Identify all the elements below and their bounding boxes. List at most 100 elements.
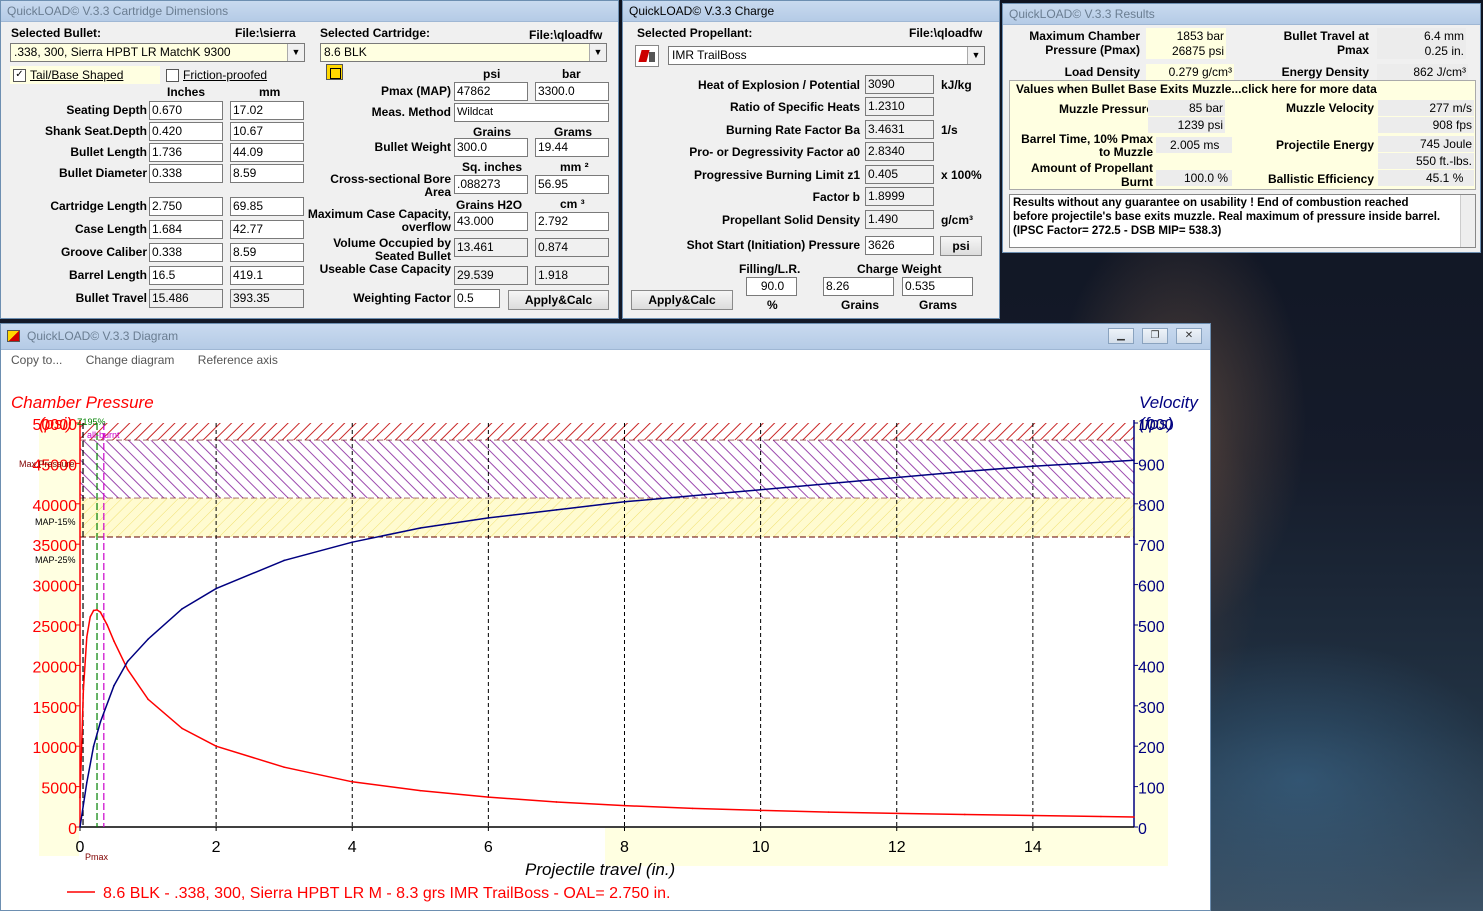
row-label: Shank Seat.Depth bbox=[44, 124, 147, 138]
charge-row-label: Progressive Burning Limit z1 bbox=[693, 168, 860, 182]
propellant-icon[interactable] bbox=[635, 45, 659, 67]
velocity-point bbox=[691, 494, 694, 497]
pressure-point bbox=[113, 640, 115, 642]
bore-mm2-field[interactable]: 56.95 bbox=[535, 175, 609, 194]
row-inches-field[interactable]: 1.684 bbox=[149, 220, 223, 239]
minimize-button[interactable]: ▁ bbox=[1108, 328, 1134, 344]
maximize-button[interactable]: ❐ bbox=[1142, 328, 1168, 344]
row-label: Bullet Diameter bbox=[58, 166, 147, 180]
pressure-point bbox=[215, 745, 217, 747]
x-tick-label: 12 bbox=[888, 839, 906, 856]
row-inches-field[interactable]: 0.420 bbox=[149, 122, 223, 141]
charge-row-value[interactable]: 0.405 bbox=[865, 165, 934, 184]
inches-header: Inches bbox=[167, 85, 206, 99]
row-inches-field[interactable]: 0.670 bbox=[149, 101, 223, 120]
charge-apply-calc-button[interactable]: Apply&Calc bbox=[631, 290, 733, 310]
row-inches-field[interactable]: 1.736 bbox=[149, 143, 223, 162]
cartridge-dimensions-window: QuickLOAD© V.3.3 Cartridge Dimensions Se… bbox=[0, 0, 619, 319]
checkbox-check[interactable]: ✓ bbox=[13, 69, 26, 82]
row-mm-field[interactable]: 8.59 bbox=[230, 164, 304, 183]
bullet-travel-pmax-in: 0.25 in. bbox=[1377, 43, 1466, 59]
load-density-label: Load Density bbox=[1064, 65, 1140, 79]
projectile-energy-ft: 550 ft.-lbs. bbox=[1378, 153, 1474, 169]
charge-row-value[interactable]: 1.2310 bbox=[865, 97, 934, 116]
shot-start-field[interactable]: 3626 bbox=[865, 236, 934, 255]
row-inches-field[interactable]: 0.338 bbox=[149, 243, 223, 262]
muzzle-values-header[interactable]: Values when Bullet Base Exits Muzzle...c… bbox=[1016, 82, 1377, 96]
apply-calc-button[interactable]: Apply&Calc bbox=[508, 290, 609, 310]
menu-copy-to[interactable]: Copy to... bbox=[11, 353, 62, 367]
charge-weight-g-field[interactable]: 0.535 bbox=[902, 277, 973, 296]
velocity-point bbox=[1032, 465, 1034, 468]
row-inches-field[interactable]: 2.750 bbox=[149, 197, 223, 216]
bore-area-label-1: Cross-sectional Bore bbox=[330, 172, 451, 186]
x-tick-label: 10 bbox=[752, 839, 770, 856]
row-mm-field[interactable]: 10.67 bbox=[230, 122, 304, 141]
bullet-select[interactable]: .338, 300, Sierra HPBT LR MatchK 9300 ▼ bbox=[10, 43, 305, 62]
y-tick-label: 30000 bbox=[33, 579, 78, 596]
charge-row-value[interactable]: 3090 bbox=[865, 75, 934, 94]
bullet-weight-g-field[interactable]: 19.44 bbox=[535, 138, 609, 157]
cartridge-select[interactable]: 8.6 BLK ▼ bbox=[320, 43, 607, 62]
pressure-point bbox=[1032, 814, 1034, 817]
projectile-energy-j: 745 Joule bbox=[1378, 136, 1474, 152]
propellant-select[interactable]: IMR TrailBoss ▼ bbox=[668, 46, 985, 65]
pressure-point bbox=[181, 727, 183, 730]
chevron-down-icon[interactable]: ▼ bbox=[967, 47, 984, 64]
y-tick-label: 5000 bbox=[41, 781, 77, 798]
bullet-weight-gr-field[interactable]: 300.0 bbox=[454, 138, 528, 157]
filling-field[interactable]: 90.0 bbox=[746, 277, 797, 296]
x-tick-label: 8 bbox=[620, 839, 629, 856]
row-label: Case Length bbox=[74, 222, 147, 236]
case-capacity-cm-field[interactable]: 2.792 bbox=[535, 212, 609, 231]
muzzle-velocity-fps: 908 fps bbox=[1378, 117, 1474, 133]
y2-tick-label: 700 bbox=[1138, 538, 1165, 555]
chevron-down-icon[interactable]: ▼ bbox=[287, 44, 304, 61]
y2-tick-label: 800 bbox=[1138, 498, 1165, 515]
charge-weight-gr-field[interactable]: 8.26 bbox=[823, 277, 894, 296]
velocity-point bbox=[86, 781, 88, 784]
checkbox-empty[interactable] bbox=[166, 69, 179, 82]
charge-row-value[interactable]: 1.490 bbox=[865, 210, 934, 229]
pressure-velocity-chart[interactable]: 0500010000150002000025000300003500040000… bbox=[1, 370, 1210, 910]
z195-label: Z195% bbox=[77, 417, 106, 427]
case-capacity-gr-field[interactable]: 43.000 bbox=[454, 212, 528, 231]
weighting-factor-field[interactable]: 0.5 bbox=[454, 289, 500, 308]
row-inches-field[interactable]: 0.338 bbox=[149, 164, 223, 183]
close-button[interactable]: ✕ bbox=[1176, 328, 1202, 344]
muzzle-values-box[interactable]: Values when Bullet Base Exits Muzzle...c… bbox=[1009, 80, 1476, 190]
pressure-point bbox=[691, 807, 694, 810]
pmax-label: Pmax (MAP) bbox=[380, 84, 451, 98]
bore-sq-field[interactable]: .088273 bbox=[454, 175, 528, 194]
useable-capacity-cm-field: 1.918 bbox=[535, 266, 609, 285]
friction-checkbox[interactable]: Friction-proofed bbox=[164, 66, 294, 84]
pressure-point bbox=[82, 688, 85, 691]
bullet-travel-pmax-label-2: Pmax bbox=[1336, 43, 1369, 57]
cartridge-file-label: File:\qloadfw bbox=[529, 28, 603, 42]
pressure-point bbox=[86, 636, 88, 638]
row-mm-field[interactable]: 44.09 bbox=[230, 143, 304, 162]
cartridge-edit-icon[interactable] bbox=[326, 64, 343, 80]
meas-method-field[interactable]: Wildcat bbox=[454, 103, 609, 122]
chevron-down-icon[interactable]: ▼ bbox=[589, 44, 606, 61]
pressure-point bbox=[92, 609, 95, 612]
shot-start-unit-button[interactable]: psi bbox=[940, 236, 982, 256]
charge-row-value[interactable]: 2.8340 bbox=[865, 142, 934, 161]
note-scrollbar[interactable] bbox=[1460, 195, 1475, 247]
cm3-header: cm ³ bbox=[560, 197, 585, 211]
charge-row-label: Burning Rate Factor Ba bbox=[725, 123, 860, 137]
charge-row-value[interactable]: 3.4631 bbox=[865, 120, 934, 139]
charge-row-value[interactable]: 1.8999 bbox=[865, 187, 934, 206]
pmax-psi-field[interactable]: 47862 bbox=[454, 82, 528, 101]
menu-reference-axis[interactable]: Reference axis bbox=[198, 353, 278, 367]
row-mm-field[interactable]: 17.02 bbox=[230, 101, 304, 120]
pmax-bar-field[interactable]: 3300.0 bbox=[535, 82, 609, 101]
case-capacity-label-2: overflow bbox=[401, 220, 451, 234]
velocity-point bbox=[487, 517, 490, 519]
bore-area-label-2: Area bbox=[424, 185, 451, 199]
y2-tick-label: 500 bbox=[1138, 619, 1165, 636]
tail-base-checkbox[interactable]: ✓ Tail/Base Shaped bbox=[10, 66, 160, 84]
row-inches-field[interactable]: 16.5 bbox=[149, 266, 223, 285]
menu-change-diagram[interactable]: Change diagram bbox=[86, 353, 175, 367]
row-label: Groove Caliber bbox=[60, 245, 147, 259]
